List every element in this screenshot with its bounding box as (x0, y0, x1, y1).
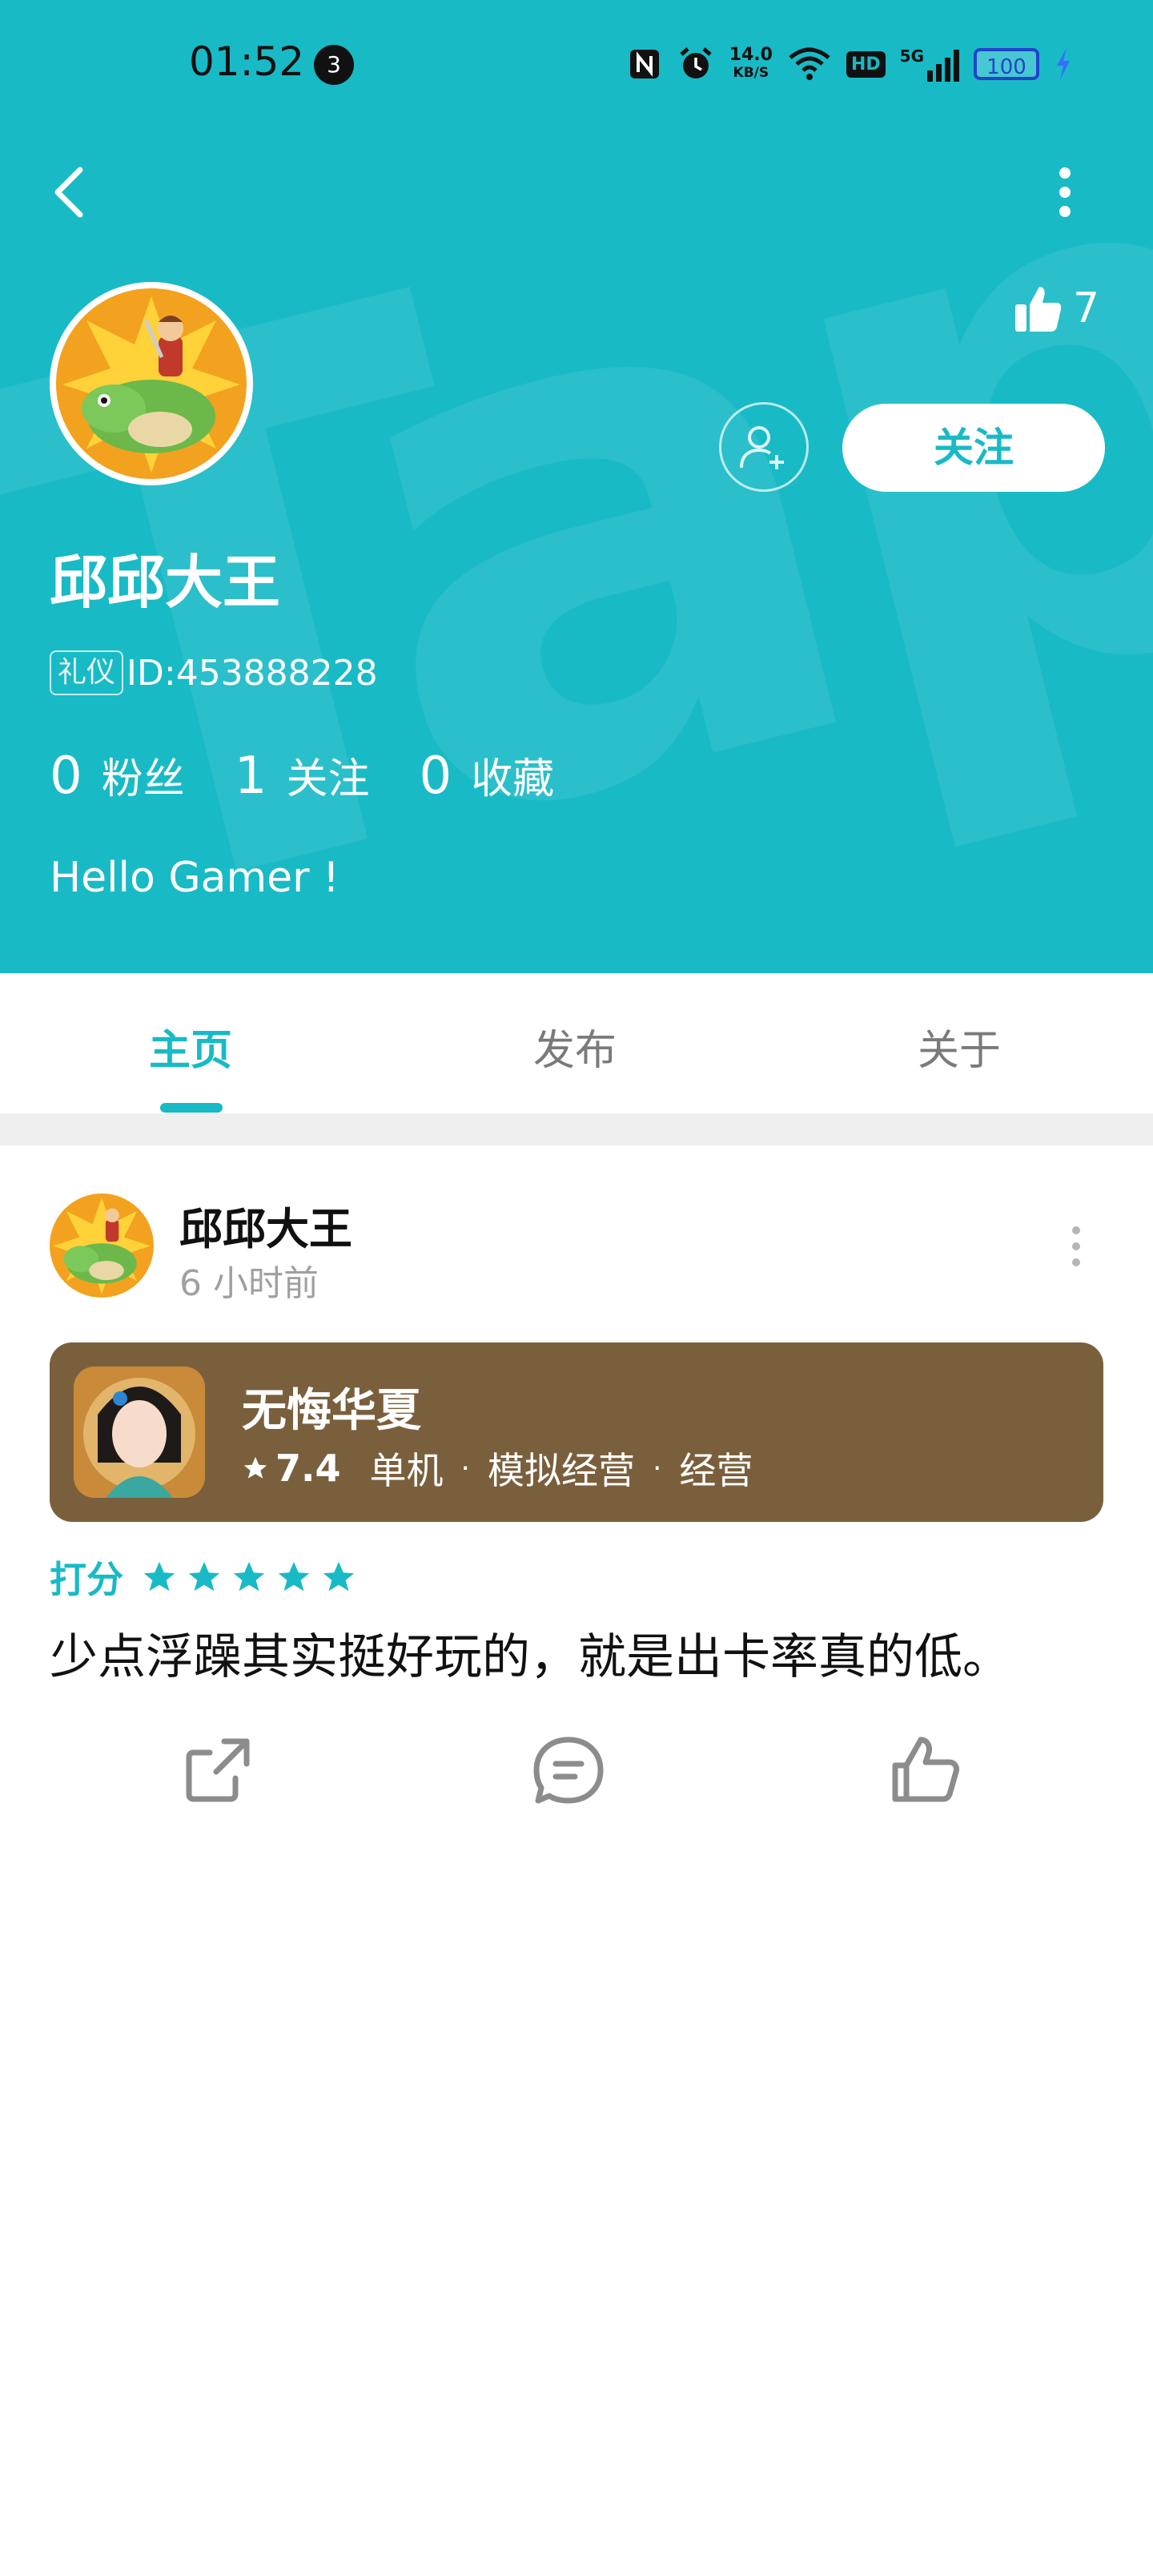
profile-bio: Hello Gamer ! (50, 854, 339, 902)
hd-icon: HD (846, 50, 886, 78)
stat-label: 粉丝 (101, 755, 185, 803)
stat-following[interactable]: 1 关注 (235, 745, 370, 806)
comment-icon[interactable] (528, 1730, 609, 1810)
rating-stars (141, 1559, 357, 1596)
tab-posts[interactable]: 发布 (533, 1016, 617, 1077)
star-icon (278, 1561, 310, 1592)
alarm-icon (680, 47, 712, 78)
game-card[interactable]: 无悔华夏 7.4 单机 · 模拟经营 · 经营 (50, 1342, 1103, 1522)
tab-about[interactable]: 关于 (918, 1016, 1001, 1077)
tag-separator: · (460, 1451, 470, 1485)
profile-id-row: 礼仪 ID:453888228 (50, 650, 378, 695)
nfc-icon (629, 50, 659, 78)
status-bar: 01:52 3 14.0 KB/S HD 5G 100 (0, 0, 1153, 128)
tab-home[interactable]: 主页 (149, 1016, 232, 1077)
profile-stats: 0 粉丝 1 关注 0 收藏 (50, 745, 604, 806)
post-rating: 打分 (50, 1551, 357, 1604)
profile-tabs: 主页 发布 关于 (0, 973, 1153, 1113)
profile-tag-badge[interactable]: 礼仪 (50, 650, 124, 695)
game-title: 无悔华夏 (242, 1385, 421, 1437)
profile-username: 邱邱大王 (50, 549, 281, 616)
back-arrow-icon[interactable] (45, 160, 93, 224)
network-type: 5G (899, 46, 924, 66)
star-icon (233, 1561, 265, 1592)
stat-followers[interactable]: 0 粉丝 (50, 745, 185, 806)
post-actions (0, 1730, 1153, 1810)
more-options-icon[interactable] (1049, 160, 1081, 224)
add-user-icon (740, 426, 784, 469)
like-icon[interactable] (886, 1730, 966, 1810)
stat-label: 收藏 (471, 755, 555, 803)
game-tag: 单机 (369, 1449, 444, 1492)
stat-favorites[interactable]: 0 收藏 (419, 745, 554, 806)
game-score: 7.4 (275, 1447, 341, 1490)
game-tag: 模拟经营 (487, 1449, 635, 1492)
avatar[interactable] (50, 282, 253, 485)
thumbs-up-icon (1015, 287, 1062, 332)
post-timestamp: 6 小时前 (179, 1263, 319, 1304)
share-icon[interactable] (178, 1730, 258, 1810)
post-more-icon[interactable] (1067, 1224, 1086, 1269)
post-avatar-illustration (50, 1193, 154, 1298)
profile-header: Tap 01:52 3 14.0 KB/S HD 5G 100 7 关注 邱邱大… (0, 0, 1153, 973)
status-icons: 14.0 KB/S HD 5G 100 (627, 45, 1073, 83)
post-author-name[interactable]: 邱邱大王 (179, 1193, 352, 1257)
star-icon (143, 1561, 175, 1592)
avatar-illustration (56, 288, 247, 479)
wifi-icon (789, 47, 830, 80)
signal-icon: 5G (900, 46, 959, 82)
notification-badge: 3 (314, 45, 354, 85)
star-icon (323, 1561, 355, 1592)
profile-id: ID:453888228 (127, 652, 378, 694)
post-comment-text: 少点浮躁其实挺好玩的，就是出卡率真的低。 (50, 1629, 1010, 1685)
likes-count[interactable]: 7 (1014, 284, 1099, 333)
net-speed-value: 14.0 (729, 45, 773, 65)
stat-number: 1 (234, 747, 267, 806)
game-tag: 经营 (679, 1449, 753, 1492)
star-icon (243, 1456, 267, 1479)
likes-number: 7 (1073, 284, 1100, 332)
rating-label: 打分 (50, 1558, 123, 1601)
charging-icon (1057, 48, 1070, 80)
stat-number: 0 (419, 747, 452, 806)
status-time: 01:52 (189, 38, 305, 85)
game-icon-image (74, 1366, 205, 1498)
follow-button[interactable]: 关注 (842, 404, 1105, 492)
section-divider (0, 1113, 1153, 1145)
tag-separator: · (652, 1451, 662, 1485)
net-speed: 14.0 KB/S (729, 46, 773, 82)
post-author-avatar[interactable] (50, 1193, 154, 1298)
stat-label: 关注 (286, 755, 370, 803)
avatar-image (56, 288, 247, 479)
add-friend-button[interactable] (719, 402, 809, 492)
active-tab-indicator (160, 1103, 223, 1113)
star-icon (188, 1561, 220, 1592)
game-portrait-illustration (74, 1366, 205, 1498)
game-meta: 7.4 单机 · 模拟经营 · 经营 (242, 1442, 753, 1495)
net-speed-unit: KB/S (733, 65, 769, 81)
battery-indicator: 100 (974, 48, 1039, 80)
stat-number: 0 (50, 747, 82, 806)
